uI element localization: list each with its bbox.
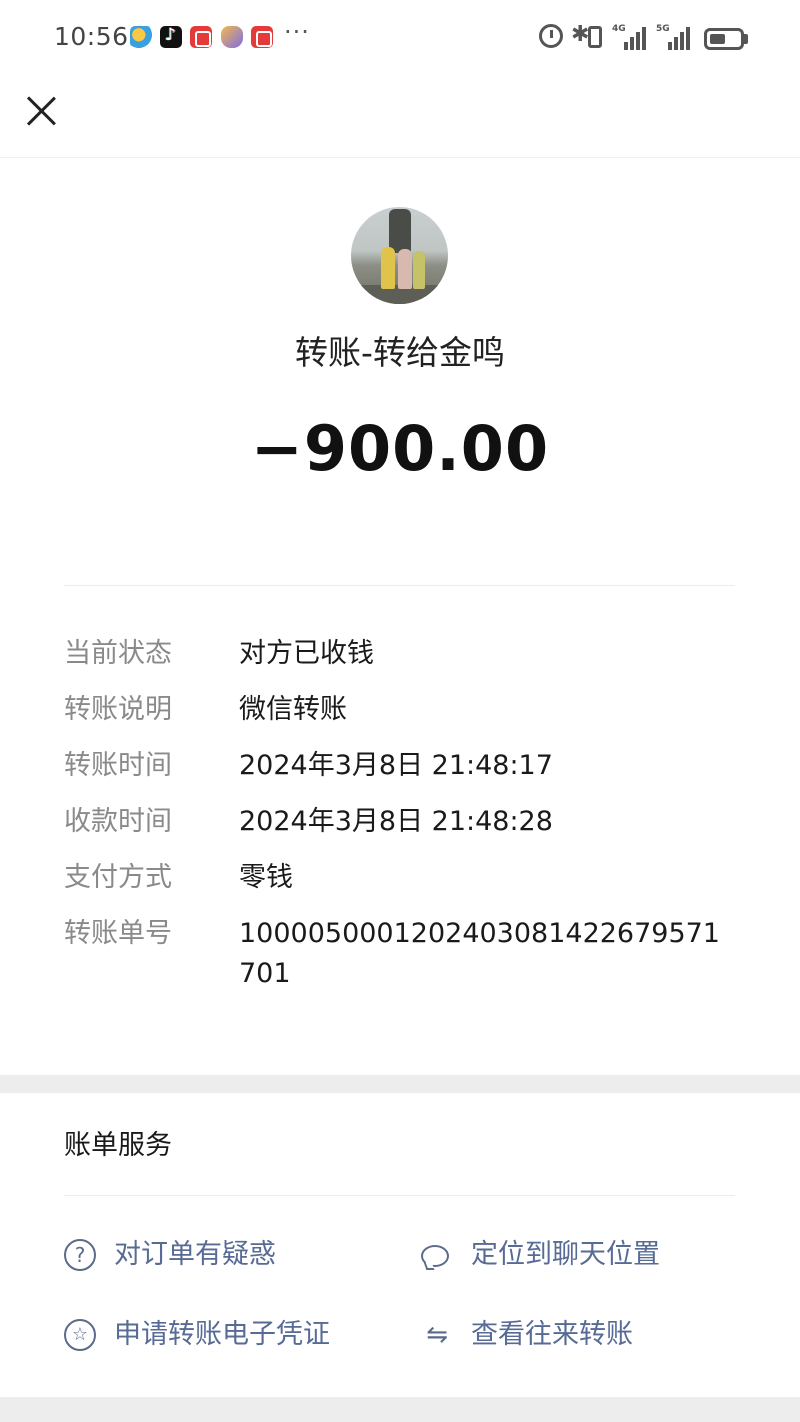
- app-notification-icon: [190, 26, 212, 48]
- service-label: 查看往来转账: [471, 1319, 633, 1350]
- detail-label: 转账单号: [64, 918, 172, 949]
- service-label: 定位到聊天位置: [471, 1239, 660, 1270]
- status-time: 10:56: [54, 22, 129, 51]
- detail-label: 支付方式: [64, 862, 172, 893]
- section-separator: [0, 1075, 800, 1093]
- services-divider: [64, 1195, 735, 1196]
- detail-value: 对方已收钱: [239, 638, 374, 669]
- app-notification-icon: [251, 26, 273, 48]
- service-label: 申请转账电子凭证: [114, 1319, 330, 1350]
- detail-value: 2024年3月8日 21:48:28: [239, 806, 553, 837]
- service-label: 对订单有疑惑: [114, 1239, 276, 1270]
- alarm-icon: [539, 24, 563, 48]
- close-icon[interactable]: [24, 94, 58, 128]
- detail-value: 微信转账: [239, 694, 347, 725]
- chat-bubble-icon: [421, 1245, 449, 1267]
- detail-label: 转账时间: [64, 750, 172, 781]
- star-circle-icon: ☆: [64, 1319, 96, 1351]
- battery-tip: [744, 34, 748, 44]
- transfer-title: 转账-转给金鸣: [295, 333, 505, 372]
- view-transfers-link[interactable]: ⇋ 查看往来转账: [421, 1313, 721, 1357]
- vibrate-icon: [588, 26, 602, 48]
- game-notification-icon: [221, 26, 243, 48]
- swap-arrows-icon: ⇋: [426, 1320, 448, 1350]
- header-divider: [0, 157, 800, 158]
- battery-level: [710, 34, 725, 44]
- detail-label: 收款时间: [64, 806, 172, 837]
- bluetooth-icon: ✱: [571, 22, 590, 47]
- more-notifications-icon: ···: [284, 18, 310, 46]
- summary-divider: [64, 585, 735, 586]
- request-receipt-link[interactable]: ☆ 申请转账电子凭证: [64, 1313, 384, 1357]
- app-notification-icon: [130, 26, 152, 48]
- order-number-value[interactable]: 1000050001202403081422679571701: [239, 914, 729, 994]
- detail-value: 2024年3月8日 21:48:17: [239, 750, 553, 781]
- detail-value: 零钱: [239, 862, 293, 893]
- status-bar: 10:56 ··· ✱ 4G 5G: [0, 0, 800, 78]
- services-title: 账单服务: [64, 1130, 172, 1161]
- detail-label: 转账说明: [64, 694, 172, 725]
- battery-icon: [704, 28, 744, 50]
- order-question-link[interactable]: ? 对订单有疑惑: [64, 1233, 364, 1277]
- locate-chat-link[interactable]: 定位到聊天位置: [421, 1233, 721, 1277]
- transfer-amount: −900.00: [250, 412, 550, 485]
- avatar[interactable]: [351, 207, 448, 304]
- bottom-separator: [0, 1397, 800, 1422]
- tiktok-notification-icon: [160, 25, 182, 48]
- detail-label: 当前状态: [64, 638, 172, 669]
- question-circle-icon: ?: [64, 1239, 96, 1271]
